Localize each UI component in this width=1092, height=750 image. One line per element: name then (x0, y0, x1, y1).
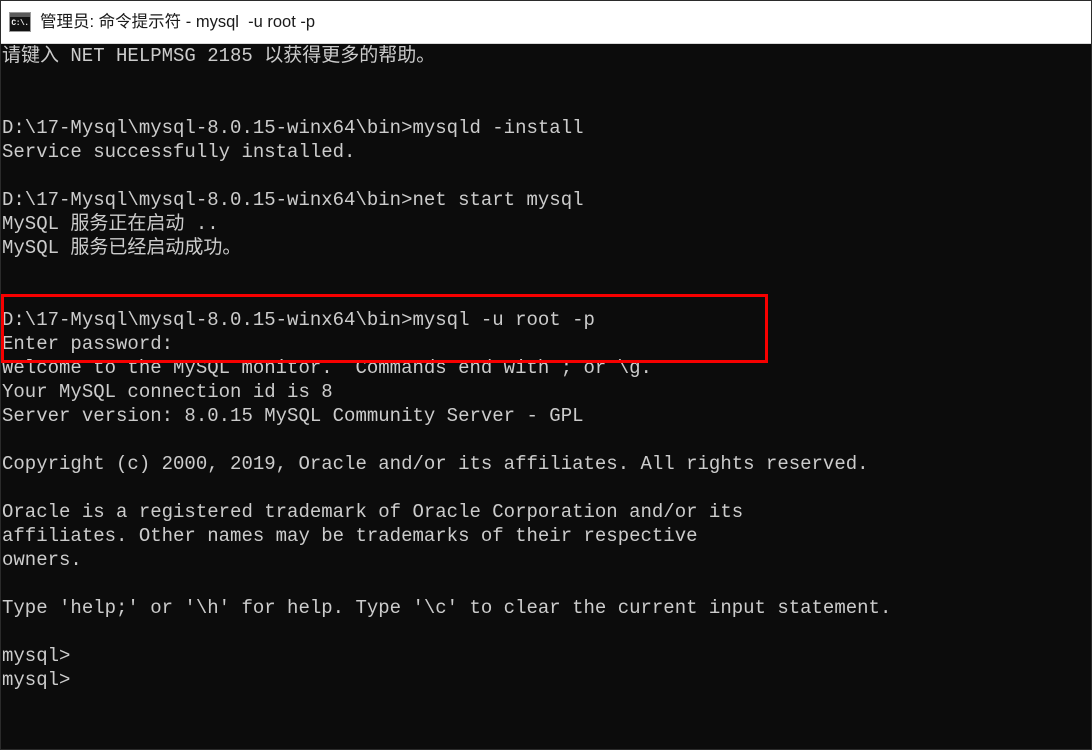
cmd-icon: C:\. (9, 12, 31, 32)
console-line: mysql> (2, 669, 71, 691)
console-line: affiliates. Other names may be trademark… (2, 525, 698, 547)
console-line: 请键入 NET HELPMSG 2185 以获得更多的帮助。 (2, 45, 436, 67)
console-line: Type 'help;' or '\h' for help. Type '\c'… (2, 597, 892, 619)
console-line: Oracle is a registered trademark of Orac… (2, 501, 744, 523)
cmd-icon-prompt: C:\. (10, 17, 30, 31)
console-line: Server version: 8.0.15 MySQL Community S… (2, 405, 584, 427)
console-line: Copyright (c) 2000, 2019, Oracle and/or … (2, 453, 869, 475)
console-line: mysql> (2, 645, 71, 667)
console-line: Your MySQL connection id is 8 (2, 381, 333, 403)
console-line: MySQL 服务正在启动 .. (2, 213, 219, 235)
console-window: C:\. 管理员: 命令提示符 - mysql -u root -p 请键入 N… (0, 0, 1092, 750)
console-line: owners. (2, 549, 82, 571)
title-bar[interactable]: C:\. 管理员: 命令提示符 - mysql -u root -p (1, 1, 1091, 44)
console-line: Enter password: (2, 333, 174, 355)
console-line: MySQL 服务已经启动成功。 (2, 237, 242, 259)
console-line: D:\17-Mysql\mysql-8.0.15-winx64\bin>net … (2, 189, 584, 211)
console-line: Service successfully installed. (2, 141, 356, 163)
window-title: 管理员: 命令提示符 - mysql -u root -p (40, 13, 316, 31)
console-line: Welcome to the MySQL monitor. Commands e… (2, 357, 652, 379)
console-line: D:\17-Mysql\mysql-8.0.15-winx64\bin>mysq… (2, 117, 584, 139)
console-output[interactable]: 请键入 NET HELPMSG 2185 以获得更多的帮助。 D:\17-Mys… (1, 44, 1091, 749)
console-line: D:\17-Mysql\mysql-8.0.15-winx64\bin>mysq… (2, 309, 595, 331)
